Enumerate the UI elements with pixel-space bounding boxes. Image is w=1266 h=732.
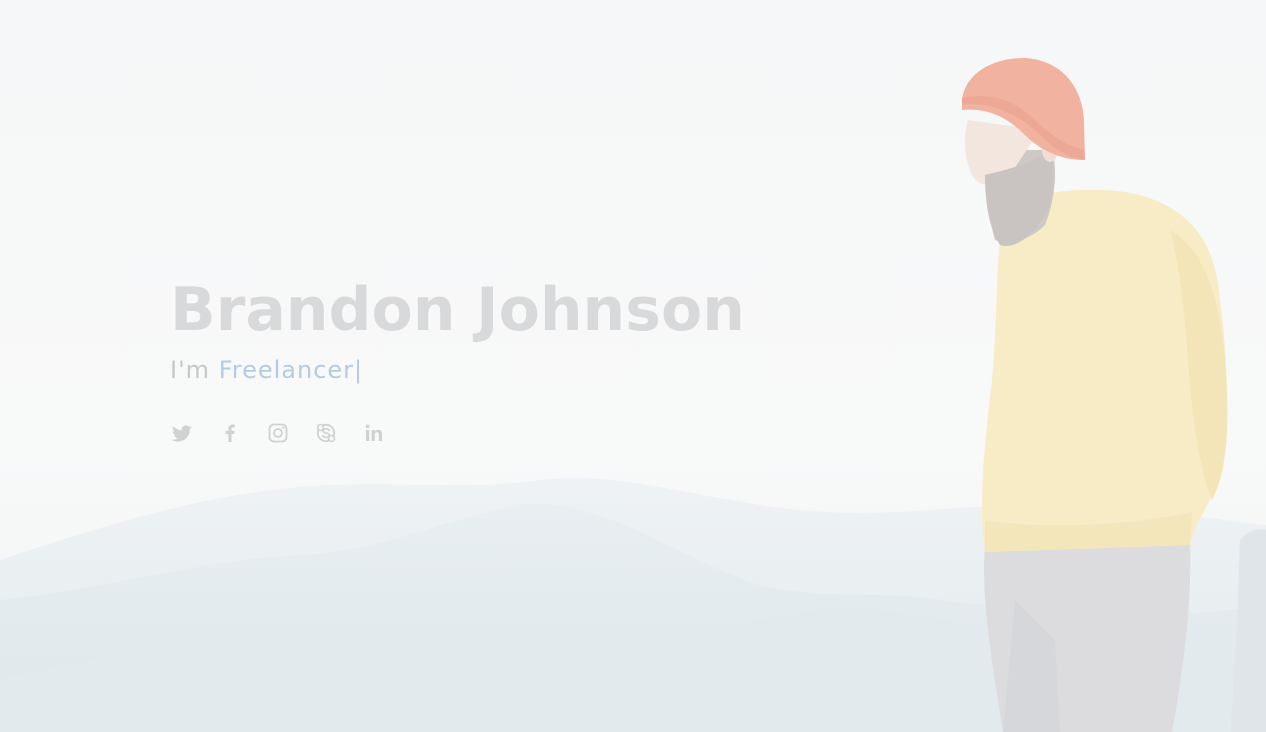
facebook-link[interactable] (218, 420, 242, 446)
hero-content: Brandon Johnson I'm Freelancer| (170, 272, 870, 386)
facebook-icon (225, 424, 235, 442)
twitter-icon (171, 425, 192, 442)
linkedin-link[interactable] (362, 420, 386, 446)
typed-role: Freelancer (218, 356, 355, 384)
tagline-intro: I'm (170, 356, 219, 384)
hero-name: Brandon Johnson (170, 275, 745, 345)
typed-cursor: | (354, 356, 364, 384)
twitter-link[interactable] (170, 420, 194, 446)
linkedin-icon (365, 424, 382, 441)
hero-section: Brandon Johnson I'm Freelancer| (0, 0, 1266, 732)
instagram-link[interactable] (266, 420, 290, 446)
skype-link[interactable] (314, 420, 338, 446)
social-links (170, 420, 386, 446)
hero-tagline: I'm Freelancer| (170, 354, 870, 386)
skype-icon (316, 423, 336, 443)
instagram-icon (268, 423, 288, 443)
